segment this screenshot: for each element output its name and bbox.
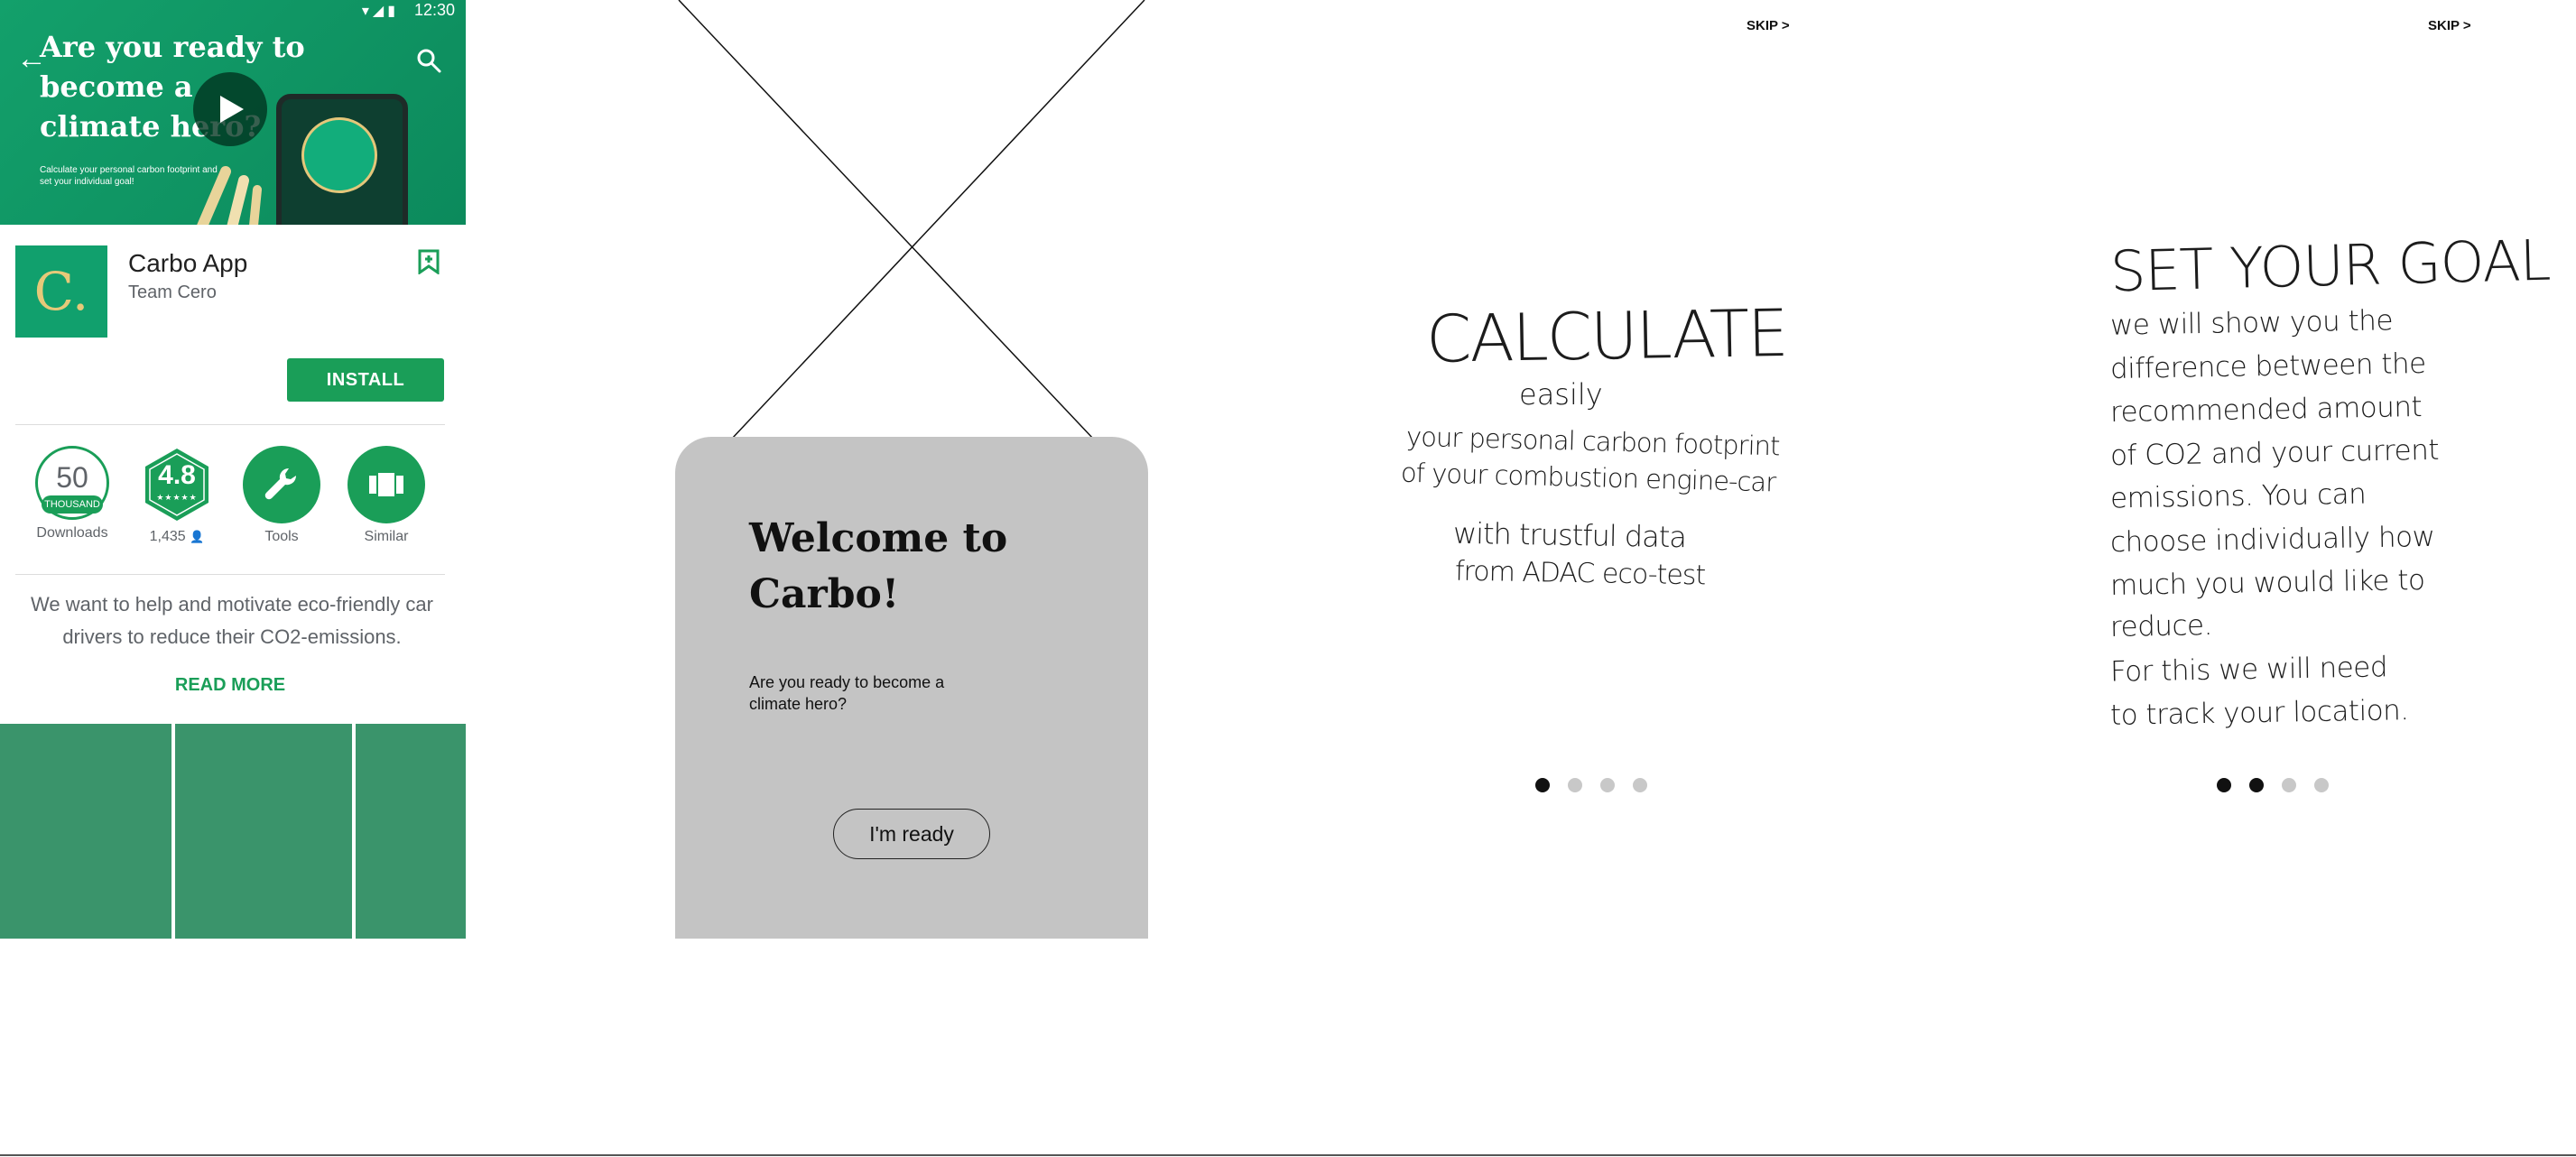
rating-value: 4.8 [158, 460, 196, 490]
similar-badge[interactable] [347, 446, 425, 523]
calculate-title: CALCULATE [1425, 294, 1788, 377]
page-indicator [2217, 778, 2329, 792]
page-dot[interactable] [1568, 778, 1582, 792]
hero-title: Are you ready to become a climate hero? [40, 30, 305, 143]
app-icon: C. [15, 245, 107, 338]
app-description: We want to help and motivate eco-friendl… [31, 593, 433, 648]
screenshot-thumbnail[interactable] [0, 724, 171, 939]
welcome-card: Welcome to Carbo! Are you ready to becom… [675, 437, 1148, 939]
goal-line: choose individually how [2109, 520, 2435, 560]
welcome-subtitle: Are you ready to become a climate hero? [749, 673, 945, 713]
page-dot[interactable] [1633, 778, 1647, 792]
rating-stars: ★★★★★ [156, 493, 198, 502]
image-placeholder [678, 0, 1145, 440]
tools-stat[interactable]: Tools [236, 446, 327, 545]
status-time: 12:30 [413, 1, 455, 19]
goal-line: recommended amount [2109, 390, 2423, 430]
hero-banner: ▾◢▮ 12:30 Are you ready to become a clim… [0, 0, 466, 225]
similar-stat[interactable]: Similar [341, 446, 431, 545]
goal-line: difference between the [2109, 347, 2427, 386]
page-dot[interactable] [1600, 778, 1615, 792]
play-video-button[interactable] [193, 72, 267, 146]
im-ready-button[interactable]: I'm ready [833, 809, 990, 859]
tools-badge[interactable] [243, 446, 320, 523]
page-dot[interactable] [2282, 778, 2296, 792]
rating-stat[interactable]: 4.8 ★★★★★ 1,435 👤 [132, 446, 222, 545]
play-icon [220, 96, 244, 123]
goal-line: emissions. You can [2109, 477, 2367, 515]
welcome-title: Welcome to Carbo! [749, 515, 1008, 617]
bookmark-add-icon[interactable] [417, 249, 440, 274]
goal-line: of CO2 and your current [2109, 433, 2440, 473]
page-dot[interactable] [2314, 778, 2329, 792]
calculate-line: from ADAC eco-test [1454, 555, 1706, 592]
goal-line: For this we will need [2109, 651, 2388, 689]
phone-mockup-image [276, 94, 408, 225]
screenshot-thumbnail[interactable] [175, 724, 352, 939]
downloads-label: Downloads [36, 525, 108, 541]
downloads-badge: 50 THOUSAND [35, 446, 109, 520]
app-name: Carbo App [128, 249, 248, 277]
cards-icon [369, 471, 403, 498]
page-indicator [1535, 778, 1647, 792]
skip-button[interactable]: SKIP > [2428, 18, 2471, 33]
divider [15, 574, 445, 575]
goal-line: much you would like to [2109, 563, 2425, 603]
welcome-screen: Welcome to Carbo! Are you ready to becom… [675, 0, 1148, 939]
rating-count: 1,435 [149, 529, 186, 544]
back-arrow-icon[interactable]: ← [16, 43, 47, 74]
calculate-line: easily [1519, 377, 1603, 412]
divider [15, 424, 445, 425]
rating-count-row: 1,435 👤 [132, 529, 222, 545]
rating-badge: 4.8 ★★★★★ [138, 446, 216, 523]
page-dot[interactable] [1535, 778, 1550, 792]
developer-name[interactable]: Team Cero [128, 282, 217, 303]
downloads-stat: 50 THOUSAND Downloads [27, 446, 117, 541]
downloads-unit: THOUSAND [42, 495, 103, 514]
canvas-border [0, 1154, 2576, 1156]
downloads-value: 50 [56, 461, 88, 494]
goal-line: we will show you the [2109, 304, 2394, 342]
goal-line: to track your location. [2109, 694, 2409, 732]
signal-battery-icons: ▾◢▮ [361, 4, 399, 19]
install-button[interactable]: INSTALL [287, 358, 444, 402]
tools-label: Tools [264, 529, 299, 544]
calculate-line: with trustful data [1452, 515, 1687, 555]
play-store-screen: ▾◢▮ 12:30 Are you ready to become a clim… [0, 0, 466, 939]
page-dot[interactable] [2217, 778, 2231, 792]
status-bar: ▾◢▮ 12:30 [0, 0, 466, 22]
read-more-link[interactable]: READ MORE [0, 675, 460, 696]
goal-title: SET YOUR GOAL [2109, 227, 2552, 305]
person-icon: 👤 [190, 530, 205, 543]
skip-button[interactable]: SKIP > [1747, 18, 1790, 33]
goal-line: reduce. [2109, 609, 2213, 643]
page-dot[interactable] [2249, 778, 2264, 792]
screenshot-thumbnail[interactable] [356, 724, 466, 939]
wrench-icon [264, 467, 297, 500]
search-icon[interactable] [415, 47, 442, 74]
similar-label: Similar [364, 529, 409, 544]
